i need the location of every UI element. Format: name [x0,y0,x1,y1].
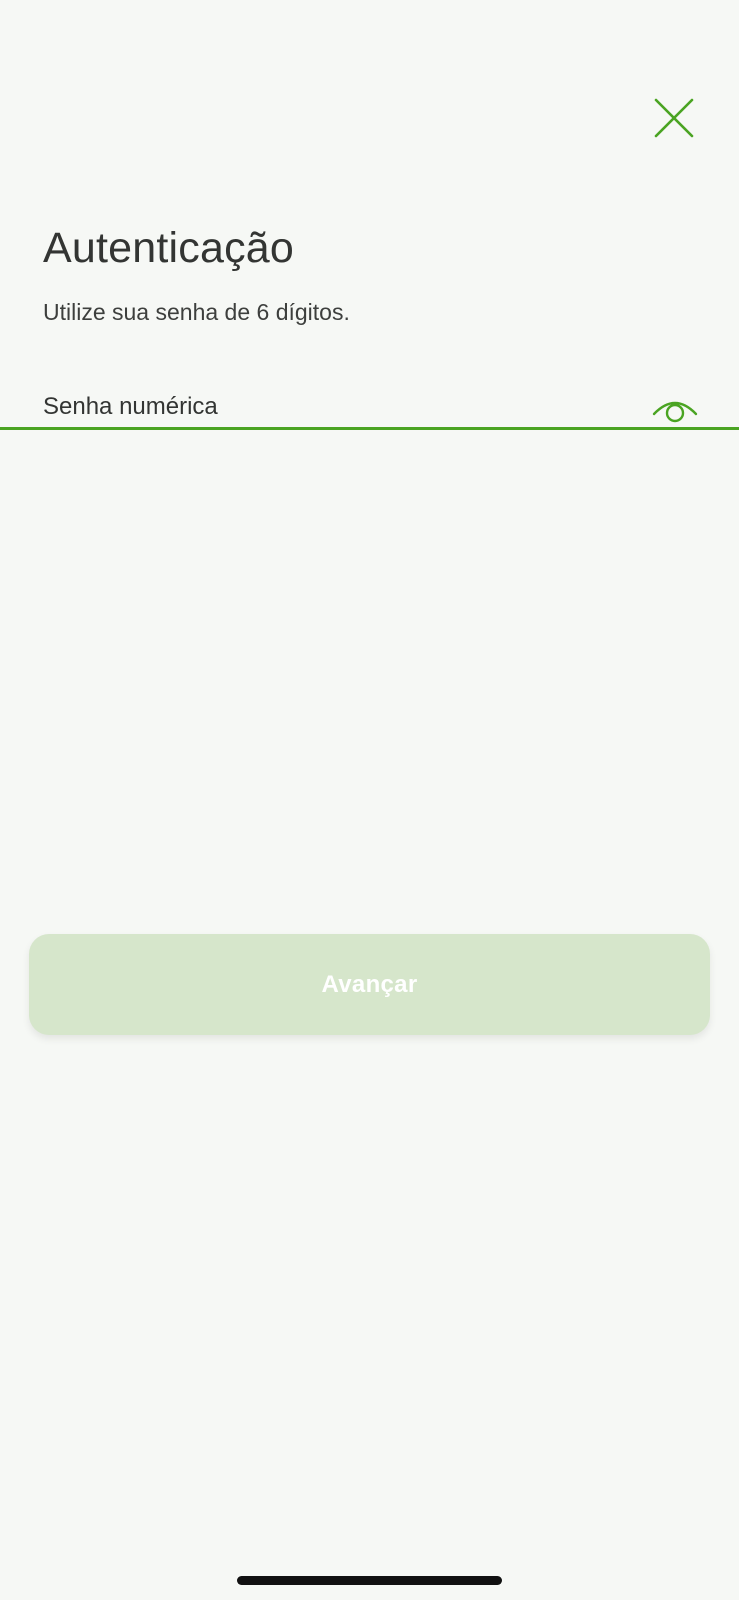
password-field[interactable]: Senha numérica [0,380,739,432]
page-subtitle: Utilize sua senha de 6 dígitos. [43,299,350,325]
password-input[interactable] [43,388,647,426]
eye-icon [652,401,698,423]
show-password-toggle[interactable] [652,394,698,424]
close-icon [654,98,694,138]
page-title: Autenticação [43,224,295,272]
advance-button[interactable]: Avançar [29,934,710,1035]
close-button[interactable] [652,96,696,140]
password-field-underline [0,427,739,430]
home-indicator [237,1576,502,1585]
